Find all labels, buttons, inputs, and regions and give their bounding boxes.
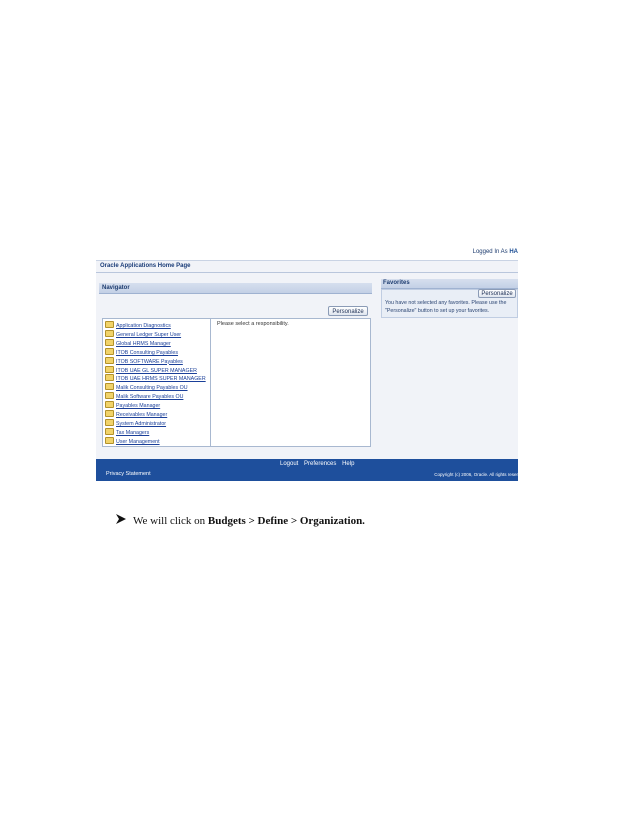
privacy-statement-link[interactable]: Privacy Statement — [106, 471, 151, 477]
responsibility-link[interactable]: Application Diagnostics — [105, 321, 210, 330]
responsibility-label: ITOB UAE GL SUPER MANAGER — [116, 367, 197, 374]
folder-icon — [105, 374, 114, 382]
folder-icon — [105, 347, 114, 355]
navigator-personalize-button[interactable]: Personalize — [328, 306, 368, 316]
folder-icon — [105, 410, 114, 417]
responsibility-link[interactable]: Receivables Manager — [105, 410, 210, 419]
responsibility-link[interactable]: System Administrator — [105, 418, 210, 428]
folder-icon — [105, 383, 114, 391]
responsibility-label: ITOB Consulting Payables — [116, 349, 179, 356]
responsibility-link[interactable]: User Management — [105, 436, 210, 446]
responsibility-link[interactable]: General Ledger Super User — [105, 329, 210, 339]
page-title: Oracle Applications Home Page — [100, 263, 191, 269]
instruction-prefix: We will click on — [133, 515, 206, 527]
help-link[interactable]: Help — [342, 461, 354, 467]
responsibility-list: Application Diagnostics General Ledger Su… — [103, 319, 211, 446]
user-name: HA — [509, 249, 518, 255]
folder-icon — [105, 338, 114, 346]
oracle-screenshot: Logged In As HA Oracle Applications Home… — [96, 246, 518, 481]
logged-in-label: Logged In As HA — [472, 249, 518, 255]
folder-icon — [105, 356, 114, 364]
responsibility-label: Global HRMS Manager — [116, 340, 171, 347]
responsibility-label: Payables Manager — [116, 403, 161, 410]
footer-links: Logout Preferences Help — [280, 461, 358, 467]
folder-icon — [105, 329, 114, 337]
responsibility-label: ITOB SOFTWARE Payables — [116, 358, 183, 365]
folder-icon — [105, 392, 114, 400]
folder-icon — [105, 365, 114, 373]
responsibility-label: General Ledger Super User — [116, 331, 182, 338]
navigator-header: Navigator — [99, 283, 372, 294]
instruction-text: We will click on Budgets > Define > Orga… — [115, 514, 365, 527]
responsibility-label: Application Diagnostics — [116, 323, 171, 329]
responsibility-link[interactable]: Tax Managers — [105, 427, 210, 437]
responsibility-link[interactable]: Global HRMS Manager — [105, 338, 210, 348]
responsibility-label: System Administrator — [116, 420, 167, 427]
folder-icon — [105, 401, 114, 409]
responsibility-link[interactable]: ITOB Consulting Payables — [105, 347, 210, 357]
favorites-title: Favorites — [383, 280, 410, 286]
responsibility-link[interactable]: ITOB UAE HRMS SUPER MANAGER — [105, 374, 210, 383]
folder-icon — [105, 436, 114, 444]
responsibility-link[interactable]: Malik Software Payables OU — [105, 392, 210, 401]
folder-icon — [105, 418, 114, 426]
responsibility-link[interactable]: ITOB SOFTWARE Payables — [105, 356, 210, 366]
divider — [96, 272, 518, 273]
responsibility-label: Malik Consulting Payables OU — [116, 385, 188, 392]
responsibility-label: User Management — [116, 438, 160, 445]
responsibility-message: Please select a responsibility. — [217, 321, 289, 327]
footer-bar: Logout Preferences Help Privacy Statemen… — [96, 459, 518, 481]
responsibility-label: Receivables Manager — [116, 412, 168, 418]
responsibility-label: ITOB UAE HRMS SUPER MANAGER — [116, 376, 206, 383]
logout-link[interactable]: Logout — [280, 461, 298, 467]
navigator-title: Navigator — [102, 285, 130, 291]
copyright-text: Copyright (c) 2006, Oracle. All rights r… — [434, 472, 518, 477]
instruction-path: Budgets > Define > Organization. — [207, 515, 365, 527]
top-bar: Logged In As HA — [96, 246, 518, 261]
responsibility-link[interactable]: Payables Manager — [105, 401, 210, 410]
preferences-link[interactable]: Preferences — [304, 461, 336, 467]
favorites-header: Favorites — [381, 279, 518, 289]
responsibility-label: Malik Software Payables OU — [116, 394, 184, 401]
responsibility-panel: Application Diagnostics General Ledger Su… — [102, 318, 371, 447]
arrow-bullet-icon — [116, 514, 126, 524]
folder-icon — [105, 321, 114, 328]
folder-icon — [105, 427, 114, 435]
responsibility-link[interactable]: ITOB UAE GL SUPER MANAGER — [105, 365, 210, 375]
favorites-message: You have not selected any favorites. Ple… — [385, 300, 507, 314]
responsibility-label: Tax Managers — [116, 429, 150, 436]
responsibility-link[interactable]: Malik Consulting Payables OU — [105, 383, 210, 392]
favorites-personalize-button[interactable]: Personalize — [478, 289, 516, 298]
